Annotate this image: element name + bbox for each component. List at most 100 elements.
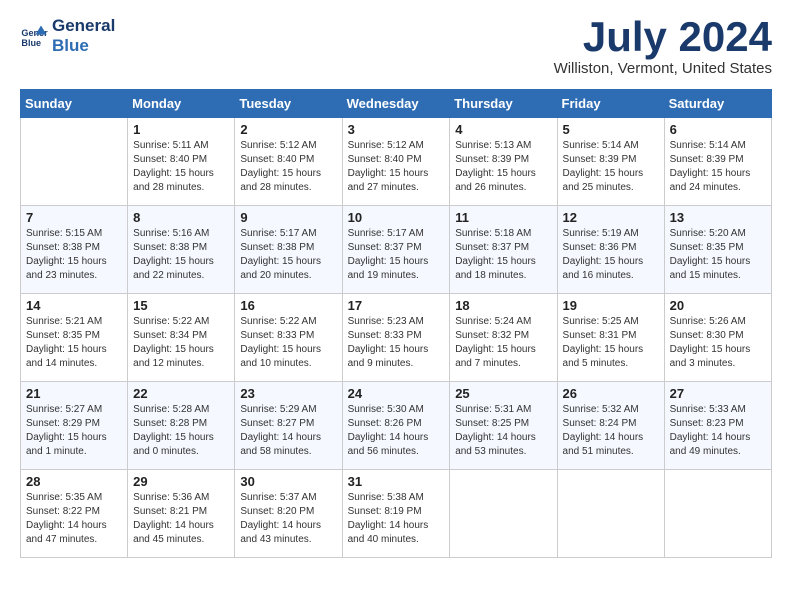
day-number: 30 [240,474,336,489]
day-info: Sunrise: 5:13 AM Sunset: 8:39 PM Dayligh… [455,139,551,195]
day-info: Sunrise: 5:14 AM Sunset: 8:39 PM Dayligh… [563,139,659,195]
header-row: Sunday Monday Tuesday Wednesday Thursday… [21,90,772,118]
day-info: Sunrise: 5:31 AM Sunset: 8:25 PM Dayligh… [455,403,551,459]
logo-line1: General [52,16,115,36]
day-number: 25 [455,386,551,401]
day-number: 18 [455,298,551,313]
calendar-cell [664,470,771,558]
calendar-cell: 18 Sunrise: 5:24 AM Sunset: 8:32 PM Dayl… [450,294,557,382]
day-number: 9 [240,210,336,225]
calendar-cell [450,470,557,558]
day-info: Sunrise: 5:15 AM Sunset: 8:38 PM Dayligh… [26,227,122,283]
day-info: Sunrise: 5:33 AM Sunset: 8:23 PM Dayligh… [670,403,766,459]
day-number: 14 [26,298,122,313]
calendar-cell: 21 Sunrise: 5:27 AM Sunset: 8:29 PM Dayl… [21,382,128,470]
calendar-cell: 17 Sunrise: 5:23 AM Sunset: 8:33 PM Dayl… [342,294,450,382]
calendar-cell: 12 Sunrise: 5:19 AM Sunset: 8:36 PM Dayl… [557,206,664,294]
col-thursday: Thursday [450,90,557,118]
day-info: Sunrise: 5:12 AM Sunset: 8:40 PM Dayligh… [348,139,445,195]
day-info: Sunrise: 5:22 AM Sunset: 8:33 PM Dayligh… [240,315,336,371]
day-number: 6 [670,122,766,137]
col-saturday: Saturday [664,90,771,118]
calendar-cell: 2 Sunrise: 5:12 AM Sunset: 8:40 PM Dayli… [235,118,342,206]
calendar-week-4: 21 Sunrise: 5:27 AM Sunset: 8:29 PM Dayl… [21,382,772,470]
title-section: July 2024 Williston, Vermont, United Sta… [554,16,772,77]
calendar-cell: 19 Sunrise: 5:25 AM Sunset: 8:31 PM Dayl… [557,294,664,382]
day-number: 26 [563,386,659,401]
logo-line2: Blue [52,36,115,56]
calendar-table: Sunday Monday Tuesday Wednesday Thursday… [20,89,772,558]
calendar-cell: 24 Sunrise: 5:30 AM Sunset: 8:26 PM Dayl… [342,382,450,470]
day-number: 28 [26,474,122,489]
day-info: Sunrise: 5:16 AM Sunset: 8:38 PM Dayligh… [133,227,229,283]
day-number: 12 [563,210,659,225]
calendar-cell: 23 Sunrise: 5:29 AM Sunset: 8:27 PM Dayl… [235,382,342,470]
day-info: Sunrise: 5:14 AM Sunset: 8:39 PM Dayligh… [670,139,766,195]
calendar-cell: 13 Sunrise: 5:20 AM Sunset: 8:35 PM Dayl… [664,206,771,294]
calendar-cell: 26 Sunrise: 5:32 AM Sunset: 8:24 PM Dayl… [557,382,664,470]
day-info: Sunrise: 5:11 AM Sunset: 8:40 PM Dayligh… [133,139,229,195]
calendar-cell: 30 Sunrise: 5:37 AM Sunset: 8:20 PM Dayl… [235,470,342,558]
day-info: Sunrise: 5:32 AM Sunset: 8:24 PM Dayligh… [563,403,659,459]
day-number: 19 [563,298,659,313]
calendar-cell: 1 Sunrise: 5:11 AM Sunset: 8:40 PM Dayli… [128,118,235,206]
calendar-week-5: 28 Sunrise: 5:35 AM Sunset: 8:22 PM Dayl… [21,470,772,558]
day-info: Sunrise: 5:25 AM Sunset: 8:31 PM Dayligh… [563,315,659,371]
month-title: July 2024 [554,16,772,58]
day-number: 27 [670,386,766,401]
day-number: 3 [348,122,445,137]
day-info: Sunrise: 5:17 AM Sunset: 8:37 PM Dayligh… [348,227,445,283]
day-number: 22 [133,386,229,401]
calendar-cell [557,470,664,558]
day-number: 10 [348,210,445,225]
day-info: Sunrise: 5:12 AM Sunset: 8:40 PM Dayligh… [240,139,336,195]
calendar-cell: 6 Sunrise: 5:14 AM Sunset: 8:39 PM Dayli… [664,118,771,206]
day-number: 2 [240,122,336,137]
day-info: Sunrise: 5:28 AM Sunset: 8:28 PM Dayligh… [133,403,229,459]
day-info: Sunrise: 5:18 AM Sunset: 8:37 PM Dayligh… [455,227,551,283]
calendar-cell: 3 Sunrise: 5:12 AM Sunset: 8:40 PM Dayli… [342,118,450,206]
calendar-cell: 20 Sunrise: 5:26 AM Sunset: 8:30 PM Dayl… [664,294,771,382]
calendar-cell: 10 Sunrise: 5:17 AM Sunset: 8:37 PM Dayl… [342,206,450,294]
calendar-cell: 7 Sunrise: 5:15 AM Sunset: 8:38 PM Dayli… [21,206,128,294]
calendar-week-1: 1 Sunrise: 5:11 AM Sunset: 8:40 PM Dayli… [21,118,772,206]
day-info: Sunrise: 5:35 AM Sunset: 8:22 PM Dayligh… [26,491,122,547]
day-info: Sunrise: 5:22 AM Sunset: 8:34 PM Dayligh… [133,315,229,371]
calendar-cell: 27 Sunrise: 5:33 AM Sunset: 8:23 PM Dayl… [664,382,771,470]
day-number: 11 [455,210,551,225]
day-number: 24 [348,386,445,401]
calendar-cell: 9 Sunrise: 5:17 AM Sunset: 8:38 PM Dayli… [235,206,342,294]
calendar-cell: 5 Sunrise: 5:14 AM Sunset: 8:39 PM Dayli… [557,118,664,206]
day-info: Sunrise: 5:19 AM Sunset: 8:36 PM Dayligh… [563,227,659,283]
day-info: Sunrise: 5:26 AM Sunset: 8:30 PM Dayligh… [670,315,766,371]
day-number: 17 [348,298,445,313]
day-number: 21 [26,386,122,401]
calendar-cell: 15 Sunrise: 5:22 AM Sunset: 8:34 PM Dayl… [128,294,235,382]
day-info: Sunrise: 5:20 AM Sunset: 8:35 PM Dayligh… [670,227,766,283]
calendar-cell: 28 Sunrise: 5:35 AM Sunset: 8:22 PM Dayl… [21,470,128,558]
day-info: Sunrise: 5:24 AM Sunset: 8:32 PM Dayligh… [455,315,551,371]
day-number: 23 [240,386,336,401]
calendar-cell: 11 Sunrise: 5:18 AM Sunset: 8:37 PM Dayl… [450,206,557,294]
day-number: 20 [670,298,766,313]
col-tuesday: Tuesday [235,90,342,118]
day-info: Sunrise: 5:23 AM Sunset: 8:33 PM Dayligh… [348,315,445,371]
day-number: 7 [26,210,122,225]
header: General Blue General Blue July 2024 Will… [20,16,772,77]
col-friday: Friday [557,90,664,118]
calendar-cell: 14 Sunrise: 5:21 AM Sunset: 8:35 PM Dayl… [21,294,128,382]
day-info: Sunrise: 5:37 AM Sunset: 8:20 PM Dayligh… [240,491,336,547]
day-number: 16 [240,298,336,313]
svg-text:Blue: Blue [21,38,41,48]
day-info: Sunrise: 5:17 AM Sunset: 8:38 PM Dayligh… [240,227,336,283]
calendar-cell: 31 Sunrise: 5:38 AM Sunset: 8:19 PM Dayl… [342,470,450,558]
day-number: 15 [133,298,229,313]
day-number: 29 [133,474,229,489]
col-monday: Monday [128,90,235,118]
calendar-cell: 29 Sunrise: 5:36 AM Sunset: 8:21 PM Dayl… [128,470,235,558]
logo-icon: General Blue [20,22,48,50]
col-wednesday: Wednesday [342,90,450,118]
col-sunday: Sunday [21,90,128,118]
day-number: 4 [455,122,551,137]
day-info: Sunrise: 5:21 AM Sunset: 8:35 PM Dayligh… [26,315,122,371]
